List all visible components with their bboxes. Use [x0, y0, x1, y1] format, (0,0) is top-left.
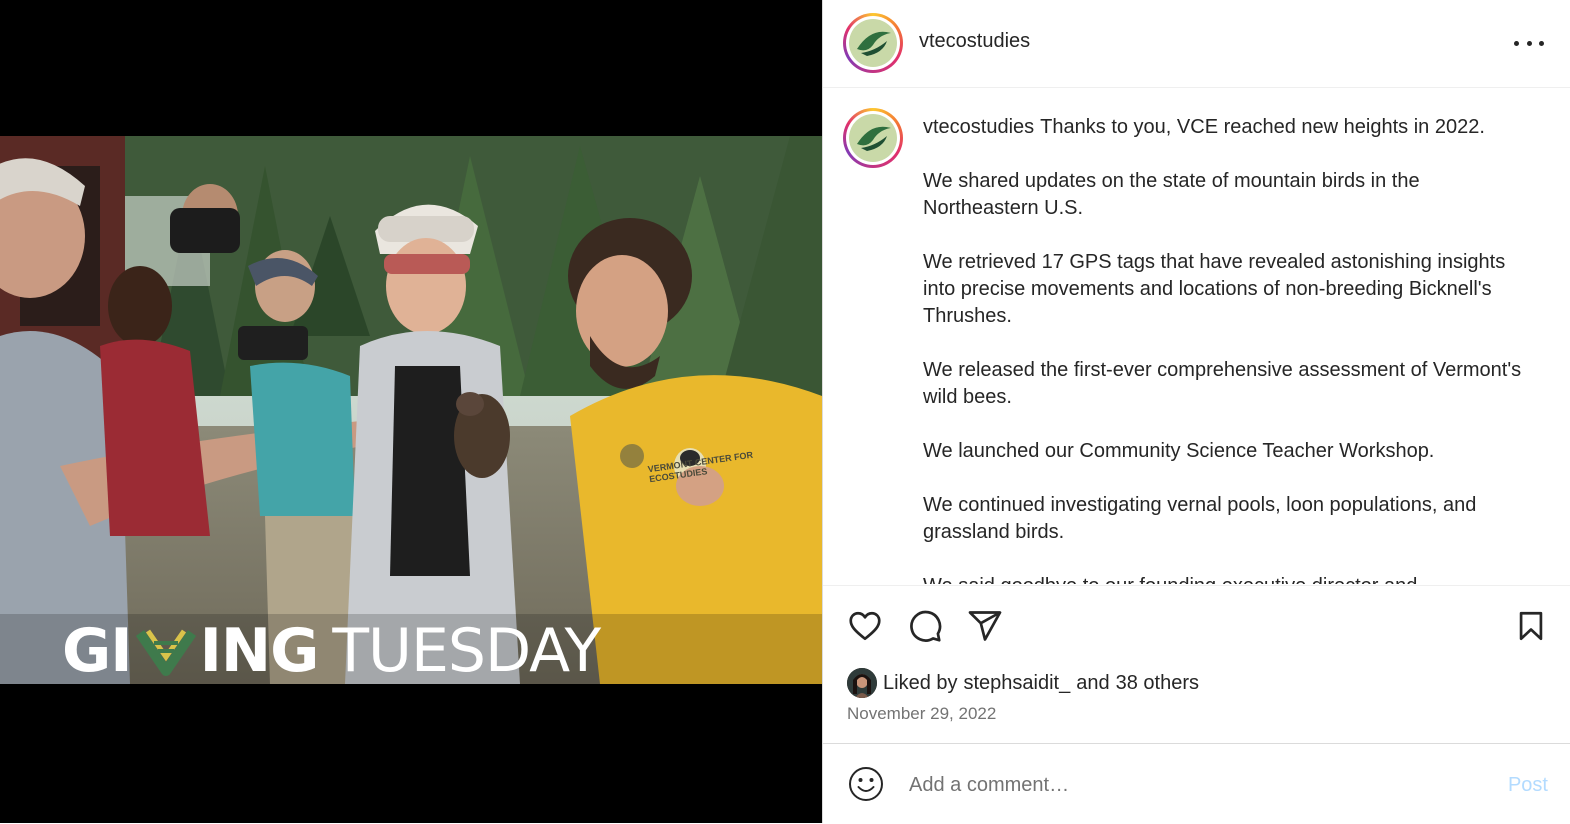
post-date[interactable]: November 29, 2022	[847, 704, 996, 724]
comment-icon[interactable]	[905, 606, 945, 646]
givingtuesday-logo: GI ING TUESDAY	[62, 616, 601, 686]
emoji-icon[interactable]	[847, 765, 885, 803]
bookmark-icon[interactable]	[1511, 606, 1551, 646]
caption-area: vtecostudies Thanks to you, VCE reached n…	[823, 88, 1570, 584]
caption-paragraph: We continued investigating vernal pools,…	[923, 494, 1477, 543]
vce-logo-icon	[849, 19, 897, 67]
caption-paragraph: We shared updates on the state of mounta…	[923, 170, 1420, 219]
vce-logo-icon	[849, 114, 897, 162]
more-options-icon[interactable]	[1514, 30, 1544, 56]
likes-summary: Liked by stephsaidit_ and 38 others	[847, 668, 1205, 698]
share-icon[interactable]	[965, 606, 1005, 646]
comment-input[interactable]	[907, 766, 1471, 804]
post-actions: Liked by stephsaidit_ and 38 others Nove…	[823, 585, 1570, 744]
caption-paragraph: We released the first-ever comprehensive…	[923, 359, 1522, 408]
post-header: vtecostudies	[823, 0, 1570, 88]
post-media[interactable]: VERMONT CENTER FOR ECOSTUDIES GI ING TUE…	[0, 0, 822, 823]
post-details-panel: vtecostudies vtecostudies Thanks to you, …	[822, 0, 1570, 823]
caption-paragraph: We retrieved 17 GPS tags that have revea…	[923, 251, 1506, 327]
givingtuesday-heart-icon	[134, 623, 198, 679]
post-caption: vtecostudies Thanks to you, VCE reached n…	[923, 114, 1533, 584]
givingtuesday-text-ing: ING	[199, 616, 320, 686]
post-author-username[interactable]: vtecostudies	[919, 30, 1030, 53]
caption-paragraph: We launched our Community Science Teache…	[923, 440, 1435, 462]
post-photo: VERMONT CENTER FOR ECOSTUDIES	[0, 136, 822, 684]
heart-icon[interactable]	[845, 606, 885, 646]
caption-paragraph: We said goodbye to our founding executiv…	[923, 573, 1533, 584]
comment-bar: Post	[823, 743, 1570, 824]
givingtuesday-text-gi: GI	[62, 616, 133, 686]
liker-avatar[interactable]	[847, 668, 877, 698]
post-comment-button[interactable]: Post	[1508, 774, 1548, 797]
avatar[interactable]	[843, 13, 903, 73]
caption-username[interactable]: vtecostudies	[923, 116, 1034, 138]
likes-and-label: and	[1076, 671, 1110, 694]
liked-by-label: Liked by	[883, 671, 958, 694]
likes-others-link[interactable]: 38 others	[1116, 672, 1199, 695]
caption-paragraph: vtecostudies Thanks to you, VCE reached n…	[923, 116, 1485, 138]
liker-username[interactable]: stephsaidit_	[964, 672, 1071, 695]
givingtuesday-text-tuesday: TUESDAY	[332, 616, 601, 686]
caption-avatar[interactable]	[843, 108, 903, 168]
